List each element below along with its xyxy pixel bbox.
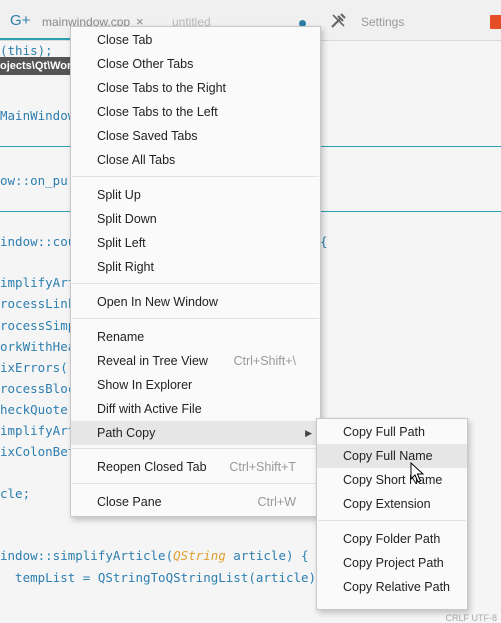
menu-item-copy-short-name[interactable]: Copy Short Name	[317, 468, 467, 492]
code-keyword: QString	[173, 548, 226, 563]
menu-item-label: Close Tabs to the Right	[97, 81, 227, 95]
menu-item-label: Copy Full Path	[343, 425, 425, 439]
menu-divider	[72, 318, 319, 319]
menu-item-label: Copy Folder Path	[343, 532, 441, 546]
menu-item-split-right[interactable]: Split Right	[71, 255, 320, 279]
menu-item-reopen-closed-tab[interactable]: Reopen Closed Tab Ctrl+Shift+T	[71, 455, 320, 479]
menu-item-shortcut: Ctrl+Shift+\	[233, 354, 296, 368]
code-line: indow::simplifyArticle(QString article) …	[0, 548, 309, 563]
code-line: implifyArt	[0, 423, 76, 438]
path-copy-submenu: Copy Full Path Copy Full Name Copy Short…	[316, 418, 468, 610]
menu-item-label: Copy Short Name	[343, 473, 443, 487]
code-line: orkWithHea	[0, 339, 76, 354]
code-text: article) {	[225, 548, 309, 563]
menu-item-label: Copy Full Name	[343, 449, 433, 463]
menu-item-diff-active-file[interactable]: Diff with Active File	[71, 397, 320, 421]
code-line: (this);	[0, 43, 53, 58]
menu-item-label: Open In New Window	[97, 295, 218, 309]
menu-item-label: Close Saved Tabs	[97, 129, 198, 143]
menu-item-label: Copy Extension	[343, 497, 431, 511]
code-line: {	[320, 234, 328, 249]
menu-item-label: Close Tab	[97, 33, 153, 47]
g-plus-icon: G+	[10, 12, 31, 29]
menu-item-show-in-explorer[interactable]: Show In Explorer	[71, 373, 320, 397]
tools-icon[interactable]	[329, 12, 347, 30]
menu-item-label: Split Left	[97, 236, 146, 250]
menu-item-label: Close Tabs to the Left	[97, 105, 218, 119]
menu-item-label: Copy Project Path	[343, 556, 444, 570]
code-text: indow::simplifyArticle(	[0, 548, 174, 563]
menu-item-label: Reveal in Tree View	[97, 354, 208, 368]
menu-item-close-tabs-right[interactable]: Close Tabs to the Right	[71, 76, 320, 100]
menu-item-shortcut: Ctrl+W	[257, 495, 296, 509]
menu-item-label: Split Up	[97, 188, 141, 202]
code-line: ixErrors(	[0, 360, 68, 375]
menu-item-label: Close Other Tabs	[97, 57, 194, 71]
menu-item-close-tabs-left[interactable]: Close Tabs to the Left	[71, 100, 320, 124]
menu-item-split-down[interactable]: Split Down	[71, 207, 320, 231]
menu-item-label: Split Down	[97, 212, 157, 226]
menu-item-copy-relative-path[interactable]: Copy Relative Path	[317, 575, 467, 599]
menu-item-close-other-tabs[interactable]: Close Other Tabs	[71, 52, 320, 76]
code-line: MainWindow	[0, 108, 76, 123]
menu-item-path-copy[interactable]: Path Copy ▶	[71, 421, 320, 445]
menu-item-copy-full-path[interactable]: Copy Full Path	[317, 420, 467, 444]
menu-item-label: Path Copy	[97, 426, 156, 440]
code-line: ow::on_pu	[0, 173, 68, 188]
menu-item-close-saved-tabs[interactable]: Close Saved Tabs	[71, 124, 320, 148]
menu-divider	[318, 520, 466, 521]
menu-item-label: Diff with Active File	[97, 402, 202, 416]
menu-item-rename[interactable]: Rename	[71, 325, 320, 349]
status-bar-text: CRLF UTF-8	[445, 613, 498, 623]
menu-item-split-up[interactable]: Split Up	[71, 183, 320, 207]
menu-item-copy-project-path[interactable]: Copy Project Path	[317, 551, 467, 575]
menu-item-label: Close All Tabs	[97, 153, 176, 167]
menu-item-label: Show In Explorer	[97, 378, 193, 392]
menu-item-label: Copy Relative Path	[343, 580, 451, 594]
code-line: rocessLink	[0, 296, 76, 311]
menu-item-label: Reopen Closed Tab	[97, 460, 207, 474]
code-line: ixColonBet	[0, 444, 76, 459]
menu-item-label: Split Right	[97, 260, 154, 274]
tab-context-menu: Close Tab Close Other Tabs Close Tabs to…	[70, 26, 321, 517]
menu-divider	[72, 176, 319, 177]
code-line: rocessBloc	[0, 381, 76, 396]
code-line: heckQuote	[0, 402, 68, 417]
menu-item-shortcut: Ctrl+Shift+T	[229, 460, 296, 474]
menu-divider	[72, 448, 319, 449]
code-line: rocessSimp	[0, 318, 76, 333]
menu-item-close-tab[interactable]: Close Tab	[71, 28, 320, 52]
menu-item-label: Rename	[97, 330, 145, 344]
menu-item-close-all-tabs[interactable]: Close All Tabs	[71, 148, 320, 172]
menu-item-label: Close Pane	[97, 495, 162, 509]
submenu-arrow-icon: ▶	[305, 428, 312, 438]
menu-divider	[72, 283, 319, 284]
menu-item-copy-extension[interactable]: Copy Extension	[317, 492, 467, 516]
mouse-cursor-icon	[410, 462, 424, 483]
tab-settings[interactable]: Settings	[361, 15, 404, 29]
code-line: indow::cou	[0, 234, 76, 249]
code-line: implifyArt	[0, 275, 76, 290]
menu-item-open-new-window[interactable]: Open In New Window	[71, 290, 320, 314]
menu-item-split-left[interactable]: Split Left	[71, 231, 320, 255]
menu-item-copy-full-name[interactable]: Copy Full Name	[317, 444, 467, 468]
code-line: tempList = QStringToQStringList(article)	[0, 570, 317, 585]
menu-item-copy-folder-path[interactable]: Copy Folder Path	[317, 527, 467, 551]
menu-item-close-pane[interactable]: Close Pane Ctrl+W	[71, 490, 320, 514]
code-line: cle;	[0, 486, 31, 501]
menu-item-reveal-tree-view[interactable]: Reveal in Tree View Ctrl+Shift+\	[71, 349, 320, 373]
html5-icon	[490, 15, 501, 29]
menu-divider	[72, 483, 319, 484]
